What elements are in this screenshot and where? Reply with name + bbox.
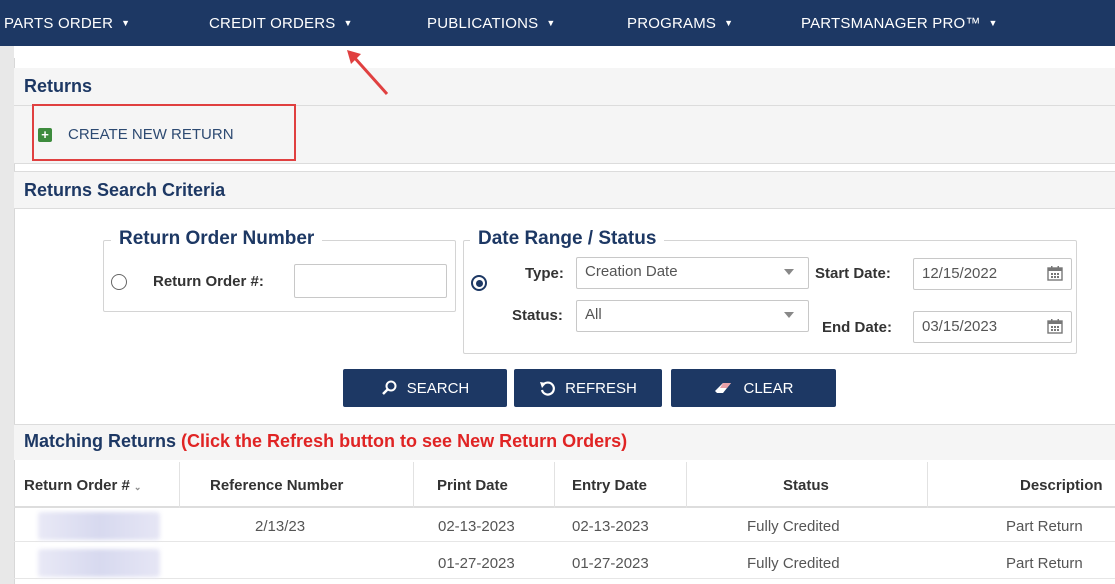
top-nav-bar: PARTS ORDER ▼ CREDIT ORDERS ▼ PUBLICATIONS… bbox=[0, 0, 1115, 46]
cell-description: Part Return bbox=[1006, 518, 1083, 535]
return-order-label: Return Order #: bbox=[153, 273, 264, 290]
dropdown-arrow-icon bbox=[784, 312, 794, 318]
col-header-reference[interactable]: Reference Number bbox=[210, 477, 343, 494]
column-divider bbox=[413, 462, 414, 508]
refresh-button-label: REFRESH bbox=[565, 379, 637, 397]
type-label: Type: bbox=[525, 265, 564, 282]
cell-entry-date: 02-13-2023 bbox=[572, 518, 649, 535]
cell-print-date: 01-27-2023 bbox=[438, 555, 515, 572]
status-select[interactable]: All bbox=[576, 300, 809, 332]
eraser-icon bbox=[715, 383, 732, 393]
sort-icon: ⌄ bbox=[133, 482, 142, 492]
type-select[interactable]: Creation Date bbox=[576, 257, 809, 289]
cell-status: Fully Credited bbox=[747, 518, 840, 535]
cell-description: Part Return bbox=[1006, 555, 1083, 572]
nav-credit-orders[interactable]: CREDIT ORDERS ▼ bbox=[209, 15, 353, 32]
returns-title: Returns bbox=[24, 76, 93, 96]
return-order-number-legend: Return Order Number bbox=[111, 228, 323, 250]
column-divider bbox=[686, 462, 687, 508]
table-row[interactable]: 2/13/23 02-13-2023 02-13-2023 Fully Cred… bbox=[14, 510, 1115, 542]
col-header-status[interactable]: Status bbox=[783, 477, 829, 494]
matching-returns-header: Matching Returns (Click the Refresh butt… bbox=[14, 424, 1115, 460]
cell-print-date: 02-13-2023 bbox=[438, 518, 515, 535]
caret-down-icon: ▼ bbox=[343, 18, 353, 28]
redacted-order-number bbox=[38, 512, 160, 540]
search-icon bbox=[381, 380, 397, 395]
nav-label: PARTS ORDER bbox=[4, 15, 114, 32]
search-button-label: SEARCH bbox=[406, 379, 470, 397]
matching-returns-title: Matching Returns bbox=[24, 431, 177, 451]
end-date-field[interactable]: 03/15/2023 bbox=[913, 311, 1072, 343]
col-header-label: Return Order # bbox=[24, 477, 130, 494]
caret-down-icon: ▼ bbox=[121, 18, 131, 28]
col-header-description[interactable]: Description bbox=[1020, 477, 1103, 494]
nav-label: PUBLICATIONS bbox=[427, 15, 539, 32]
search-button[interactable]: SEARCH bbox=[343, 369, 507, 407]
status-label: Status: bbox=[512, 307, 563, 324]
col-header-print-date[interactable]: Print Date bbox=[437, 477, 508, 494]
caret-down-icon: ▼ bbox=[988, 18, 998, 28]
clear-button[interactable]: CLEAR bbox=[671, 369, 836, 407]
start-date-value: 12/15/2022 bbox=[922, 265, 998, 282]
refresh-button[interactable]: REFRESH bbox=[514, 369, 662, 407]
nav-label: CREDIT ORDERS bbox=[209, 15, 336, 32]
clear-button-label: CLEAR bbox=[743, 379, 794, 397]
column-divider bbox=[179, 462, 180, 508]
cell-status: Fully Credited bbox=[747, 555, 840, 572]
redacted-order-number bbox=[38, 549, 160, 577]
date-range-status-legend: Date Range / Status bbox=[470, 228, 665, 250]
highlight-box bbox=[32, 104, 296, 161]
returns-header: Returns bbox=[14, 68, 1115, 106]
start-date-field[interactable]: 12/15/2022 bbox=[913, 258, 1072, 290]
date-range-radio[interactable] bbox=[471, 275, 487, 291]
caret-down-icon: ▼ bbox=[724, 18, 734, 28]
nav-programs[interactable]: PROGRAMS ▼ bbox=[627, 15, 733, 32]
left-gutter bbox=[0, 46, 14, 584]
return-order-input[interactable] bbox=[294, 264, 447, 298]
refresh-notice: (Click the Refresh button to see New Ret… bbox=[181, 431, 628, 451]
end-date-label: End Date: bbox=[822, 319, 893, 336]
cell-entry-date: 01-27-2023 bbox=[572, 555, 649, 572]
col-header-entry-date[interactable]: Entry Date bbox=[572, 477, 647, 494]
annotation-arrow-icon bbox=[347, 50, 389, 96]
col-header-return-order[interactable]: Return Order # ⌄ bbox=[24, 477, 141, 494]
dropdown-arrow-icon bbox=[784, 269, 794, 275]
column-divider bbox=[554, 462, 555, 508]
cell-reference: 2/13/23 bbox=[255, 518, 306, 535]
search-criteria-title: Returns Search Criteria bbox=[24, 180, 226, 200]
end-date-value: 03/15/2023 bbox=[922, 318, 998, 335]
return-order-radio[interactable] bbox=[111, 274, 127, 290]
type-select-value: Creation Date bbox=[585, 263, 678, 280]
nav-partsmanager-pro[interactable]: PARTSMANAGER PRO™ ▼ bbox=[801, 15, 998, 32]
search-criteria-header: Returns Search Criteria bbox=[14, 171, 1115, 209]
nav-label: PROGRAMS bbox=[627, 15, 717, 32]
status-select-value: All bbox=[585, 306, 602, 323]
nav-parts-order[interactable]: PARTS ORDER ▼ bbox=[4, 15, 130, 32]
table-row[interactable]: 01-27-2023 01-27-2023 Fully Credited Par… bbox=[14, 547, 1115, 579]
caret-down-icon: ▼ bbox=[546, 18, 556, 28]
column-divider bbox=[927, 462, 928, 508]
start-date-label: Start Date: bbox=[815, 265, 891, 282]
refresh-icon bbox=[540, 381, 556, 396]
nav-publications[interactable]: PUBLICATIONS ▼ bbox=[427, 15, 555, 32]
calendar-icon[interactable] bbox=[1047, 318, 1063, 334]
calendar-icon[interactable] bbox=[1047, 265, 1063, 281]
nav-label: PARTSMANAGER PRO™ bbox=[801, 15, 981, 32]
